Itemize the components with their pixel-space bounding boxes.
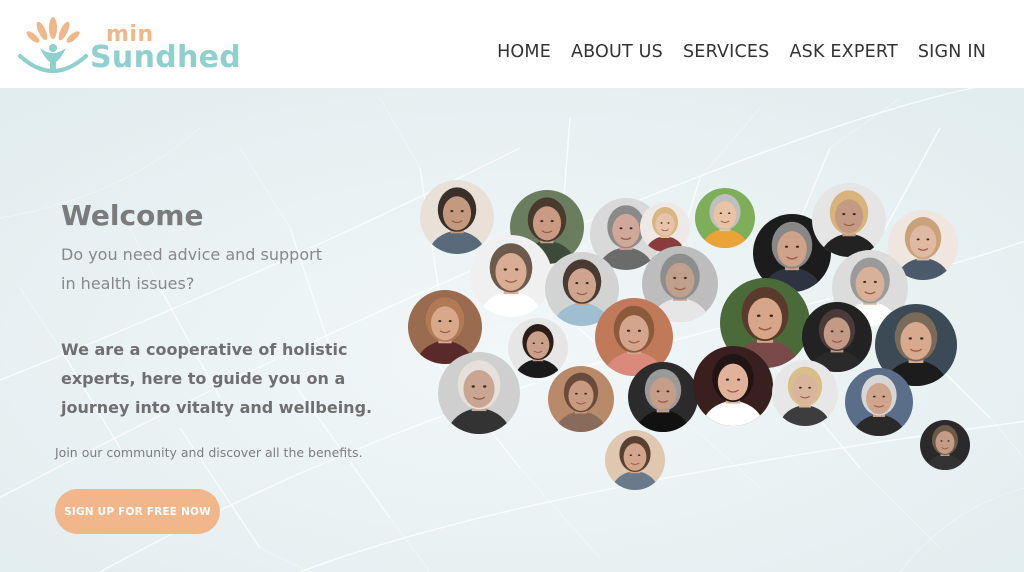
- lotus-person-logo-icon: [18, 17, 88, 73]
- expert-portrait: [845, 368, 913, 436]
- site-header: min Sundhed HOME ABOUT US SERVICES ASK E…: [0, 0, 1024, 88]
- expert-portrait: [438, 352, 520, 434]
- expert-portrait: [920, 420, 970, 470]
- welcome-heading: Welcome: [61, 199, 204, 232]
- expert-portrait: [628, 362, 698, 432]
- expert-portrait: [548, 366, 614, 432]
- expert-portrait: [772, 360, 838, 426]
- hero-intro-line: experts, here to guide you on a: [61, 369, 346, 388]
- expert-portrait: [812, 183, 886, 257]
- nav-home[interactable]: HOME: [497, 42, 551, 62]
- sign-up-free-button[interactable]: SIGN UP FOR FREE NOW: [55, 489, 220, 534]
- hero-intro-line: journey into vitalty and wellbeing.: [61, 398, 373, 417]
- expert-portrait: [508, 318, 568, 378]
- hero-section: Welcome Do you need advice and support i…: [0, 88, 1024, 572]
- nav-sign-in[interactable]: SIGN IN: [918, 42, 986, 62]
- nav-about-us[interactable]: ABOUT US: [571, 42, 663, 62]
- hero-question-line: in health issues?: [61, 274, 195, 293]
- brand-logo[interactable]: min Sundhed: [16, 10, 256, 76]
- hero-question-line: Do you need advice and support: [61, 245, 322, 264]
- brand-name-text: Sundhed: [90, 40, 242, 75]
- expert-portrait: [693, 346, 773, 426]
- expert-photo-collage: [400, 180, 980, 490]
- nav-ask-expert[interactable]: ASK EXPERT: [790, 42, 898, 62]
- expert-portrait: [470, 235, 552, 317]
- expert-portrait: [640, 202, 690, 252]
- join-community-text: Join our community and discover all the …: [55, 445, 363, 460]
- hero-intro-line: We are a cooperative of holistic: [61, 340, 348, 359]
- hero-question: Do you need advice and support in health…: [61, 240, 361, 298]
- nav-services[interactable]: SERVICES: [683, 42, 770, 62]
- expert-portrait: [605, 430, 665, 490]
- expert-portrait: [420, 180, 494, 254]
- expert-portrait: [695, 188, 755, 248]
- main-navigation: HOME ABOUT US SERVICES ASK EXPERT SIGN I…: [497, 42, 986, 62]
- hero-intro: We are a cooperative of holistic experts…: [61, 335, 381, 422]
